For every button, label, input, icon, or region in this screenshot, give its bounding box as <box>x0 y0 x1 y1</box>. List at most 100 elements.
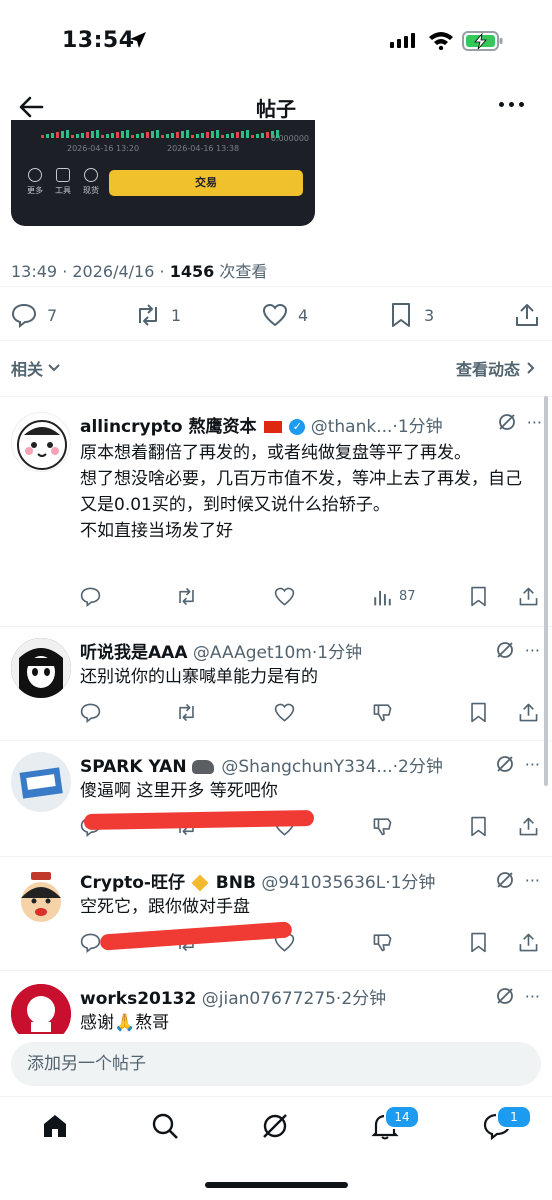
author-handle[interactable]: @jian07677275 <box>202 989 336 1009</box>
grok-icon[interactable] <box>495 754 515 774</box>
more-options-icon[interactable]: ··· <box>527 413 542 432</box>
author-handle[interactable]: @AAAget10m <box>193 643 312 663</box>
dislike-button[interactable] <box>372 816 393 837</box>
verified-badge-icon: ✓ <box>289 419 306 435</box>
notifications-badge: 14 <box>384 1105 420 1129</box>
like-button[interactable] <box>274 702 295 723</box>
status-time: 13:54 <box>62 28 135 53</box>
cellular-signal-icon <box>390 33 415 48</box>
home-icon <box>44 1115 66 1137</box>
thumbs-down-icon <box>373 818 392 836</box>
reply-item[interactable]: works20132 @jian07677275·2分钟 ··· 感谢🙏熬哥 <box>0 984 552 1034</box>
bookmark-button[interactable] <box>468 586 489 607</box>
embed-tool-more: 更多 <box>25 168 45 196</box>
grok-icon[interactable] <box>495 870 515 890</box>
bookmark-button[interactable]: 3 <box>388 302 434 328</box>
view-activity-link[interactable]: 查看动态 <box>456 356 536 380</box>
author-name[interactable]: SPARK YAN <box>80 757 187 777</box>
reply-text: 还别说你的山寨喊单能力是有的 <box>80 667 318 687</box>
share-button[interactable] <box>518 932 539 953</box>
reply-button[interactable] <box>80 702 101 723</box>
more-options-icon[interactable]: ··· <box>525 987 540 1006</box>
repost-button[interactable]: 1 <box>135 302 181 328</box>
reply-time: 1分钟 <box>317 643 363 663</box>
repost-button[interactable] <box>176 586 197 607</box>
avatar[interactable] <box>11 638 71 698</box>
tab-grok[interactable] <box>260 1111 292 1143</box>
more-options-icon[interactable]: ··· <box>525 871 540 890</box>
avatar[interactable] <box>11 752 71 812</box>
repost-icon <box>179 703 194 722</box>
scrollbar[interactable] <box>544 396 548 786</box>
volume-bar <box>46 134 49 138</box>
avatar[interactable] <box>11 984 71 1034</box>
volume-bar <box>121 131 124 138</box>
compose-reply-input[interactable]: 添加另一个帖子 <box>11 1042 541 1086</box>
avatar[interactable] <box>11 868 71 928</box>
repost-button[interactable] <box>176 702 197 723</box>
volume-bar <box>111 133 114 138</box>
volume-bar <box>71 135 74 138</box>
home-indicator <box>205 1182 348 1188</box>
embedded-chart-image[interactable]: 0.000000 2026-04-16 13:20 2026-04-16 13:… <box>11 120 315 226</box>
volume-bar <box>191 135 194 138</box>
more-options-icon[interactable]: ··· <box>525 755 540 774</box>
like-button[interactable] <box>274 586 295 607</box>
bookmark-button[interactable] <box>468 702 489 723</box>
dislike-button[interactable] <box>372 932 393 953</box>
battery-charging-icon <box>462 31 503 51</box>
volume-bar <box>166 134 169 138</box>
related-filter-dropdown[interactable]: 相关 <box>11 356 61 380</box>
share-button[interactable] <box>518 702 539 723</box>
rock-emoji-icon <box>191 760 214 774</box>
reply-button[interactable] <box>80 586 101 607</box>
views-button[interactable]: 87 <box>372 586 416 607</box>
share-icon <box>516 304 538 326</box>
china-flag-icon <box>263 421 282 433</box>
volume-bar <box>141 133 144 138</box>
share-button[interactable] <box>514 302 540 328</box>
volume-bar <box>216 130 219 138</box>
reply-text: 傻逼啊 这里开多 等死吧你 <box>80 781 278 801</box>
author-name[interactable]: 听说我是AAA <box>80 643 187 663</box>
grok-icon[interactable] <box>495 986 515 1006</box>
author-name[interactable]: allincrypto 熬鹰资本 <box>80 417 257 437</box>
bookmark-button[interactable] <box>468 816 489 837</box>
more-options-icon[interactable] <box>499 102 524 107</box>
author-handle[interactable]: @941035636L <box>261 873 385 893</box>
reply-text: 感谢🙏熬哥 <box>80 1013 170 1033</box>
dislike-button[interactable] <box>372 702 393 723</box>
volume-bar <box>151 131 154 138</box>
avatar[interactable] <box>11 412 71 472</box>
share-button[interactable] <box>518 816 539 837</box>
avatar-kfc-image <box>11 984 71 1034</box>
grid-icon <box>56 168 70 182</box>
tab-messages[interactable]: 1 <box>482 1105 532 1143</box>
author-handle[interactable]: @thank... <box>311 417 393 437</box>
reply-button[interactable] <box>80 932 101 953</box>
share-icon <box>519 703 538 722</box>
grok-icon[interactable] <box>495 640 515 660</box>
reply-icon <box>80 587 101 607</box>
share-button[interactable] <box>518 586 539 607</box>
grok-icon[interactable] <box>497 412 517 432</box>
author-name[interactable]: works20132 <box>80 989 196 1009</box>
share-icon <box>519 817 538 836</box>
like-button[interactable]: 4 <box>262 302 308 328</box>
divider <box>0 340 552 341</box>
volume-bar <box>51 133 54 138</box>
reply-button[interactable]: 7 <box>11 302 57 328</box>
tab-home[interactable] <box>40 1111 72 1143</box>
volume-bar <box>66 130 69 138</box>
more-options-icon[interactable]: ··· <box>525 641 540 660</box>
share-icon <box>519 587 538 606</box>
bookmark-button[interactable] <box>468 932 489 953</box>
author-name[interactable]: Crypto-旺仔 <box>80 873 185 893</box>
author-handle[interactable]: @ShangchunY334... <box>221 757 392 777</box>
bookmark-icon <box>471 816 486 837</box>
volume-bar <box>231 133 234 138</box>
tab-notifications[interactable]: 14 <box>370 1105 420 1143</box>
author-name-suffix: BNB <box>215 873 256 893</box>
tab-search[interactable] <box>150 1111 182 1143</box>
divider <box>0 970 552 971</box>
